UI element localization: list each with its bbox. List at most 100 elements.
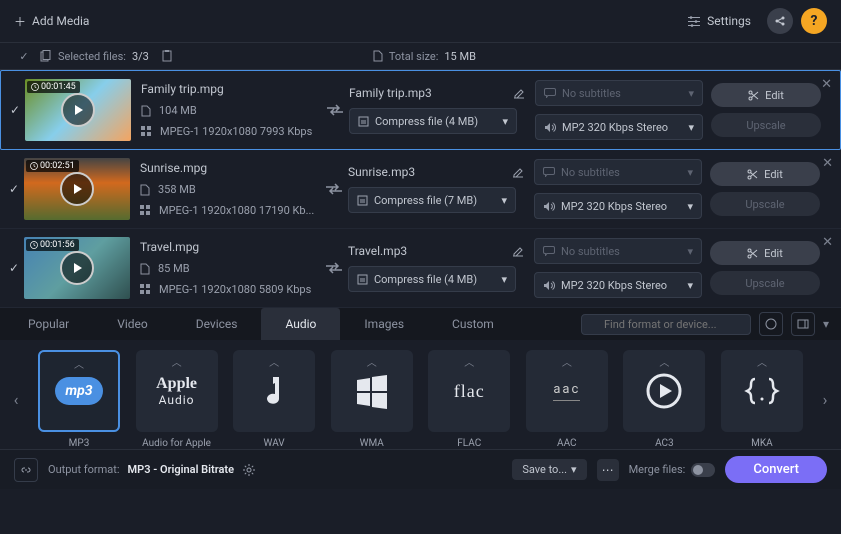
add-media-button[interactable]: ＋ Add Media [14,13,89,30]
upscale-button: Upscale [710,271,820,295]
files-icon [40,50,52,62]
tab-audio[interactable]: Audio [261,308,340,340]
edit-button[interactable]: Edit [711,83,821,107]
row-checkbox[interactable]: ✓ [4,182,24,196]
select-all-checkbox[interactable]: ✓ [14,50,34,63]
save-to-browse-button[interactable]: ⋯ [597,459,619,481]
add-media-label: Add Media [32,14,89,28]
subtitle-dropdown[interactable]: No subtitles ▾ [534,238,702,264]
info-icon [140,205,151,216]
format-card-mp3[interactable]: ︿ mp3 [38,350,120,432]
format-label: MKA [751,438,773,449]
tab-popular[interactable]: Popular [4,308,93,340]
output-format-label: Output format: [48,463,120,476]
format-card-apple[interactable]: ︿ AppleAudio [136,350,218,432]
chevron-down-icon[interactable]: ▾ [823,317,829,331]
audio-value: MP2 320 Kbps Stereo [562,121,668,134]
tab-custom[interactable]: Custom [428,308,518,340]
merge-files-toggle[interactable] [691,463,715,477]
formats-prev-button[interactable]: ‹ [4,370,28,430]
remove-file-button[interactable]: ✕ [822,156,833,171]
format-card-mka[interactable]: ︿ [721,350,803,432]
rename-icon[interactable] [513,87,525,99]
edit-button[interactable]: Edit [710,162,820,186]
convert-arrow-icon [325,103,345,117]
play-button[interactable] [60,251,94,285]
chevron-down-icon: ▾ [571,463,577,476]
file-size: 104 MB [159,104,197,117]
file-row[interactable]: ✓ 00:01:45 Family trip.mpg 104 MB MPEG-1… [0,70,841,150]
video-thumbnail[interactable]: 00:01:56 [24,237,130,299]
play-icon [72,104,84,116]
expand-button[interactable] [791,312,815,336]
formats-next-button[interactable]: › [813,370,837,430]
format-card-wav[interactable]: ︿ [233,350,315,432]
save-to-label: Save to... [522,463,567,476]
format-card-flac[interactable]: ︿ flac [428,350,510,432]
compress-icon [357,274,368,285]
remove-file-button[interactable]: ✕ [821,77,832,92]
gear-icon[interactable] [242,463,256,477]
audio-dropdown[interactable]: MP2 320 Kbps Stereo ▾ [535,114,703,140]
save-to-button[interactable]: Save to... ▾ [512,459,586,480]
filter-button[interactable] [759,312,783,336]
settings-button[interactable]: Settings [679,10,759,32]
format-label: FLAC [457,438,481,449]
rename-icon[interactable] [512,166,524,178]
subtitle-dropdown[interactable]: No subtitles ▾ [534,159,702,185]
audio-dropdown[interactable]: MP2 320 Kbps Stereo ▾ [534,193,702,219]
clock-icon [31,83,39,91]
clipboard-icon[interactable] [161,50,173,62]
video-thumbnail[interactable]: 00:02:51 [24,158,130,220]
format-card-wma[interactable]: ︿ [331,350,413,432]
selected-files-value: 3/3 [132,50,149,63]
video-thumbnail[interactable]: 00:01:45 [25,79,131,141]
subtitle-icon [543,167,555,177]
duration-badge: 00:01:45 [27,81,80,93]
share-button[interactable] [767,8,793,34]
subtitle-value: No subtitles [561,245,620,258]
duration-value: 00:01:56 [40,240,75,250]
output-kind-button[interactable] [14,458,38,482]
compress-dropdown[interactable]: Compress file (7 MB) ▾ [348,187,516,213]
edit-button[interactable]: Edit [710,241,820,265]
upscale-button: Upscale [710,192,820,216]
edit-label: Edit [764,168,783,181]
upscale-label: Upscale [746,119,785,132]
file-row[interactable]: ✓ 00:01:56 Travel.mpg 85 MB MPEG-1 1920x… [0,229,841,308]
row-checkbox[interactable]: ✓ [5,103,25,117]
format-card-aac[interactable]: ︿ aac [526,350,608,432]
compress-dropdown[interactable]: Compress file (4 MB) ▾ [348,266,516,292]
expand-icon [797,318,809,330]
subtitle-dropdown[interactable]: No subtitles ▾ [535,80,703,106]
row-checkbox[interactable]: ✓ [4,261,24,275]
file-size: 85 MB [158,262,190,275]
rename-icon[interactable] [512,245,524,257]
play-icon [71,262,83,274]
scissors-icon [747,169,758,180]
tab-video[interactable]: Video [93,308,172,340]
play-button[interactable] [60,172,94,206]
file-row[interactable]: ✓ 00:02:51 Sunrise.mpg 358 MB MPEG-1 192… [0,150,841,229]
info-icon [140,284,151,295]
format-label: AAC [557,438,577,449]
play-button[interactable] [61,93,95,127]
windows-icon [354,373,390,409]
help-button[interactable]: ? [801,8,827,34]
tab-images[interactable]: Images [340,308,428,340]
chevron-up-icon: ︿ [367,354,377,369]
remove-file-button[interactable]: ✕ [822,235,833,250]
duration-value: 00:02:51 [40,161,75,171]
tab-devices[interactable]: Devices [172,308,262,340]
chevron-down-icon: ▾ [687,245,693,258]
format-search-input[interactable] [581,314,751,335]
audio-dropdown[interactable]: MP2 320 Kbps Stereo ▾ [534,272,702,298]
compress-dropdown[interactable]: Compress file (4 MB) ▾ [349,108,517,134]
format-card-ac3[interactable]: ︿ [623,350,705,432]
duration-value: 00:01:45 [41,82,76,92]
play-icon [71,183,83,195]
convert-button[interactable]: Convert [725,456,827,483]
format-label: AC3 [655,438,674,449]
subtitle-value: No subtitles [562,87,621,100]
file-icon [141,105,151,117]
